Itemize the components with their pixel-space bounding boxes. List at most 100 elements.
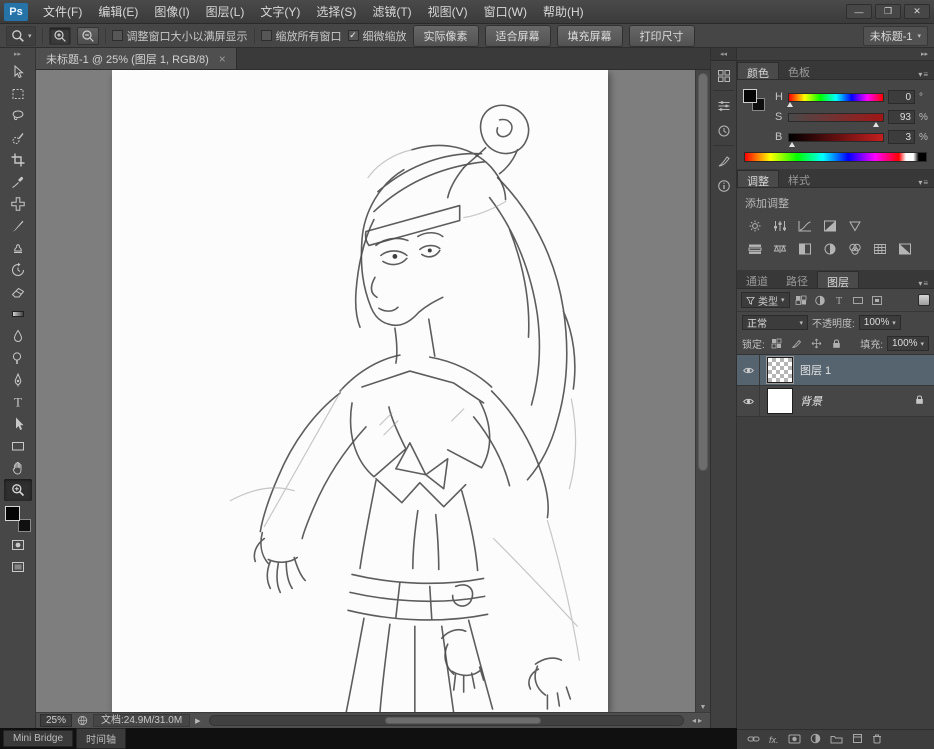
maximize-button[interactable]: ❐	[875, 4, 901, 19]
levels-button[interactable]	[770, 218, 789, 234]
lock-transparency-icon[interactable]	[769, 337, 785, 351]
filter-smart-objects-icon[interactable]	[869, 293, 885, 307]
actual-pixels-button[interactable]: 实际像素	[412, 24, 479, 47]
tab-styles[interactable]: 样式	[779, 170, 819, 187]
panel-menu-icon[interactable]: ▾≡	[918, 279, 929, 288]
new-adjustment-layer-button[interactable]	[810, 731, 821, 749]
scroll-down-arrow-icon[interactable]: ▼	[696, 704, 710, 711]
foreground-color-swatch[interactable]	[743, 89, 757, 103]
exposure-button[interactable]	[820, 218, 839, 234]
menu-help[interactable]: 帮助(H)	[535, 0, 592, 24]
eyedropper-tool-button[interactable]	[4, 171, 32, 193]
blur-tool-button[interactable]	[4, 325, 32, 347]
lock-pixels-icon[interactable]	[789, 337, 805, 351]
status-flyout-arrow-icon[interactable]: ▶	[195, 717, 200, 725]
layer-style-button[interactable]: fx.	[769, 735, 779, 745]
lasso-tool-button[interactable]	[4, 105, 32, 127]
panel-icon-grid[interactable]	[713, 65, 734, 86]
invert-button[interactable]	[895, 241, 914, 257]
panel-icon-brush-presets[interactable]	[713, 150, 734, 171]
blend-mode-dropdown[interactable]: 正常 ▾	[742, 315, 808, 330]
visibility-toggle[interactable]	[737, 355, 760, 385]
foreground-background-swatches[interactable]	[4, 506, 31, 532]
clone-stamp-tool-button[interactable]	[4, 237, 32, 259]
lock-all-icon[interactable]	[829, 337, 845, 351]
menu-edit[interactable]: 编辑(E)	[90, 0, 146, 24]
layer-name[interactable]: 背景	[800, 393, 822, 409]
brightness-slider[interactable]	[788, 132, 884, 147]
screen-mode-button[interactable]	[4, 556, 32, 578]
quick-selection-tool-button[interactable]	[4, 127, 32, 149]
brush-tool-button[interactable]	[4, 215, 32, 237]
tab-adjustments[interactable]: 调整	[737, 170, 779, 188]
menu-type[interactable]: 文字(Y)	[252, 0, 308, 24]
menu-select[interactable]: 选择(S)	[308, 0, 364, 24]
hue-slider[interactable]	[786, 92, 884, 107]
color-spectrum-ramp[interactable]	[744, 152, 927, 162]
filter-type-layers-icon[interactable]: T	[831, 293, 847, 307]
saturation-value-field[interactable]: 93	[888, 110, 915, 124]
minimize-button[interactable]: —	[846, 4, 872, 19]
fill-screen-button[interactable]: 填充屏幕	[556, 24, 623, 47]
move-tool-button[interactable]	[4, 61, 32, 83]
print-size-button[interactable]: 打印尺寸	[628, 24, 695, 47]
channel-mixer-button[interactable]	[845, 241, 864, 257]
resize-windows-checkbox[interactable]: 调整窗口大小以满屏显示	[111, 28, 248, 44]
quick-mask-button[interactable]	[4, 534, 32, 556]
vibrance-button[interactable]	[845, 218, 864, 234]
marquee-tool-button[interactable]	[4, 83, 32, 105]
horizontal-scrollbar-thumb[interactable]	[384, 717, 541, 724]
tab-swatches[interactable]: 色板	[779, 62, 819, 79]
color-panel-swatches[interactable]	[743, 87, 769, 117]
toolbar-collapse-button[interactable]: ▸▸	[0, 48, 35, 61]
panel-icon-properties[interactable]	[713, 95, 734, 116]
delete-layer-button[interactable]	[872, 731, 882, 749]
spot-healing-tool-button[interactable]	[4, 193, 32, 215]
slider-marker[interactable]	[786, 101, 793, 107]
foreground-color-swatch[interactable]	[4, 506, 20, 521]
close-button[interactable]: ✕	[904, 4, 930, 19]
timeline-button[interactable]: 时间轴	[76, 728, 127, 749]
zoom-in-button[interactable]	[48, 26, 71, 45]
new-layer-button[interactable]	[852, 731, 863, 749]
layer-name[interactable]: 图层 1	[800, 362, 831, 378]
horizontal-scrollbar[interactable]	[208, 715, 684, 726]
dodge-tool-button[interactable]	[4, 347, 32, 369]
hue-saturation-button[interactable]	[745, 241, 764, 257]
link-layers-button[interactable]	[747, 731, 760, 749]
opacity-dropdown[interactable]: 100% ▾	[858, 315, 901, 330]
history-brush-tool-button[interactable]	[4, 259, 32, 281]
path-selection-tool-button[interactable]	[4, 413, 32, 435]
layer-thumbnail[interactable]	[766, 356, 794, 384]
saturation-slider[interactable]	[788, 112, 884, 127]
tab-color[interactable]: 颜色	[737, 62, 779, 80]
layer-row-background[interactable]: 背景	[737, 386, 934, 417]
current-tool-badge[interactable]: ▾	[6, 25, 36, 46]
lock-position-icon[interactable]	[809, 337, 825, 351]
slider-marker[interactable]	[873, 121, 880, 127]
photo-filter-button[interactable]	[820, 241, 839, 257]
layer-row-layer1[interactable]: 图层 1	[737, 355, 934, 386]
menu-file[interactable]: 文件(F)	[35, 0, 90, 24]
tab-paths[interactable]: 路径	[777, 271, 817, 288]
filter-pixel-layers-icon[interactable]	[793, 293, 809, 307]
canvas[interactable]	[112, 70, 608, 712]
scroll-left-right-arrows[interactable]: ◂▸	[692, 716, 704, 725]
workspace-switcher[interactable]: 未标题-1 ▾	[862, 25, 928, 46]
layer-thumbnail[interactable]	[767, 388, 793, 414]
filter-shape-layers-icon[interactable]	[850, 293, 866, 307]
color-lookup-button[interactable]	[870, 241, 889, 257]
panel-menu-icon[interactable]: ▾≡	[918, 178, 929, 187]
new-group-button[interactable]	[830, 731, 843, 749]
hand-tool-button[interactable]	[4, 457, 32, 479]
panel-icon-info[interactable]	[713, 175, 734, 196]
zoom-out-button[interactable]	[76, 26, 99, 45]
document-size-info[interactable]: 文档:24.9M/31.0M	[93, 714, 191, 727]
shape-tool-button[interactable]	[4, 435, 32, 457]
menu-view[interactable]: 视图(V)	[420, 0, 476, 24]
fit-screen-button[interactable]: 适合屏幕	[484, 24, 551, 47]
slider-marker[interactable]	[788, 141, 795, 147]
zoom-level-field[interactable]: 25%	[40, 714, 73, 727]
mini-bridge-button[interactable]: Mini Bridge	[3, 730, 74, 747]
menu-window[interactable]: 窗口(W)	[476, 0, 535, 24]
